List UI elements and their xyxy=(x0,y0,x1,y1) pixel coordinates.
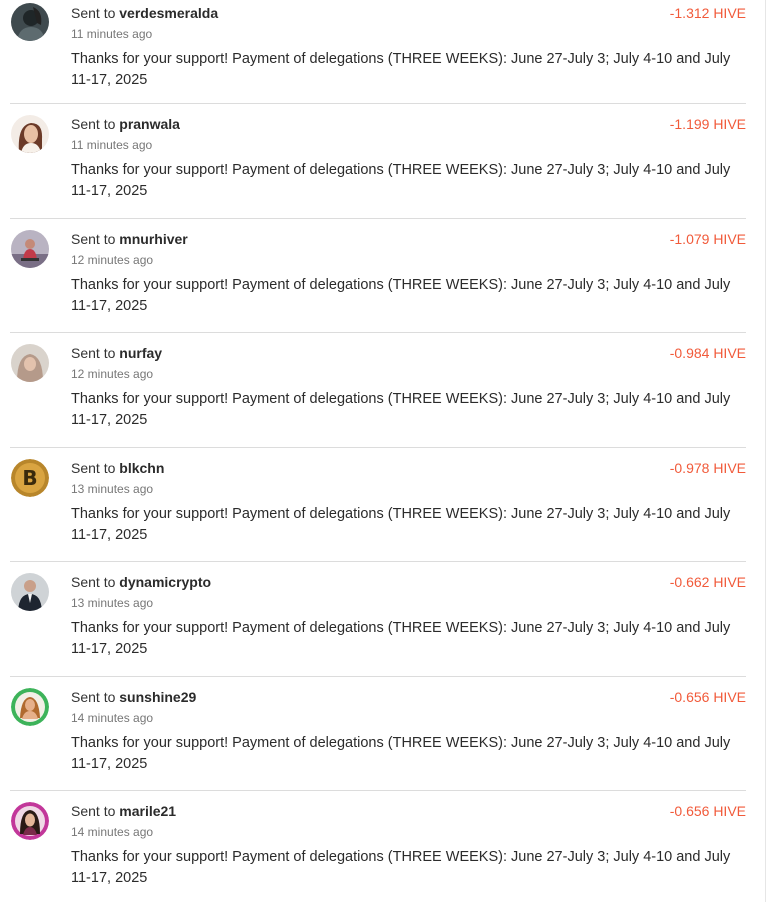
transaction-time: 11 minutes ago xyxy=(71,138,153,152)
user-avatar-icon[interactable] xyxy=(11,3,49,41)
transaction-time: 14 minutes ago xyxy=(71,710,154,725)
transfer-history-page: Sent to verdesmeralda 11 minutes ago -1.… xyxy=(0,0,768,902)
transaction-list: Sent to verdesmeralda 11 minutes ago -1.… xyxy=(0,0,746,902)
transaction-amount: -0.662 HIVE xyxy=(669,574,746,590)
transaction-prefix: Sent to xyxy=(71,5,116,21)
transaction-amount: -1.199 HIVE xyxy=(669,116,746,132)
transaction-amount: -0.978 HIVE xyxy=(669,459,746,476)
transaction-amount: -1.079 HIVE xyxy=(669,230,746,247)
recipient-link[interactable]: sunshine29 xyxy=(119,689,196,705)
page-edge-divider xyxy=(765,0,766,902)
transaction-amount: -0.656 HIVE xyxy=(669,803,746,819)
transaction-prefix: Sent to xyxy=(71,230,116,247)
transaction-headline: Sent to mnurhiver xyxy=(71,231,188,247)
user-avatar-icon[interactable] xyxy=(11,687,49,726)
recipient-link[interactable]: blkchn xyxy=(119,460,164,476)
transaction-prefix: Sent to xyxy=(71,688,116,705)
recipient-link[interactable]: verdesmeralda xyxy=(119,5,218,21)
transaction-headline: Sent to dynamicrypto xyxy=(71,574,211,590)
transaction-row: Sent to nurfay 12 minutes ago -0.984 HIV… xyxy=(10,333,746,448)
transaction-row: Sent to mnurhiver 12 minutes ago -1.079 … xyxy=(10,219,746,333)
transaction-time: 11 minutes ago xyxy=(71,27,153,41)
transaction-memo: Thanks for your support! Payment of dele… xyxy=(71,391,731,428)
transaction-row: Sent to verdesmeralda 11 minutes ago -1.… xyxy=(10,0,746,104)
transaction-memo: Thanks for your support! Payment of dele… xyxy=(71,734,731,772)
transaction-time: 13 minutes ago xyxy=(71,596,154,610)
transaction-memo: Thanks for your support! Payment of dele… xyxy=(71,620,731,657)
transaction-prefix: Sent to xyxy=(71,574,116,590)
transaction-time: 12 minutes ago xyxy=(71,252,154,267)
transaction-headline: Sent to verdesmeralda xyxy=(71,5,218,21)
user-avatar-icon[interactable] xyxy=(11,115,49,153)
transaction-headline: Sent to pranwala xyxy=(71,116,180,132)
transaction-time: 13 minutes ago xyxy=(71,481,154,496)
transaction-time: 14 minutes ago xyxy=(71,825,154,839)
user-avatar-icon[interactable] xyxy=(11,344,49,382)
transaction-row: B Sent to blkchn 13 minutes ago -0.978 H… xyxy=(10,448,746,562)
transaction-time: 12 minutes ago xyxy=(71,367,154,381)
recipient-link[interactable]: nurfay xyxy=(119,345,162,361)
user-avatar-icon[interactable] xyxy=(11,229,49,268)
transaction-prefix: Sent to xyxy=(71,345,116,361)
recipient-link[interactable]: mnurhiver xyxy=(119,231,187,247)
user-avatar-icon[interactable] xyxy=(11,802,49,840)
transaction-memo: Thanks for your support! Payment of dele… xyxy=(71,276,731,314)
transaction-row: Sent to dynamicrypto 13 minutes ago -0.6… xyxy=(10,562,746,677)
transaction-amount: -0.656 HIVE xyxy=(669,688,746,705)
recipient-link[interactable]: marile21 xyxy=(119,803,176,819)
transaction-memo: Thanks for your support! Payment of dele… xyxy=(71,51,731,88)
recipient-link[interactable]: pranwala xyxy=(119,116,180,132)
transaction-amount: -1.312 HIVE xyxy=(669,5,746,21)
transaction-row: Sent to marile21 14 minutes ago -0.656 H… xyxy=(10,791,746,902)
transaction-prefix: Sent to xyxy=(71,116,116,132)
svg-text:B: B xyxy=(22,466,37,490)
transaction-memo: Thanks for your support! Payment of dele… xyxy=(71,505,731,543)
transaction-headline: Sent to sunshine29 xyxy=(71,689,196,705)
transaction-row: Sent to pranwala 11 minutes ago -1.199 H… xyxy=(10,104,746,219)
transaction-prefix: Sent to xyxy=(71,459,116,476)
transaction-headline: Sent to blkchn xyxy=(71,460,164,476)
user-avatar-icon[interactable] xyxy=(11,573,49,611)
transaction-memo: Thanks for your support! Payment of dele… xyxy=(71,849,731,886)
transaction-memo: Thanks for your support! Payment of dele… xyxy=(71,162,731,199)
recipient-link[interactable]: dynamicrypto xyxy=(119,574,211,590)
transaction-prefix: Sent to xyxy=(71,803,116,819)
transaction-row: Sent to sunshine29 14 minutes ago -0.656… xyxy=(10,677,746,791)
bitcoin-avatar-icon[interactable]: B xyxy=(11,458,49,497)
transaction-amount: -0.984 HIVE xyxy=(669,345,746,361)
transaction-headline: Sent to nurfay xyxy=(71,345,162,361)
transaction-headline: Sent to marile21 xyxy=(71,803,176,819)
